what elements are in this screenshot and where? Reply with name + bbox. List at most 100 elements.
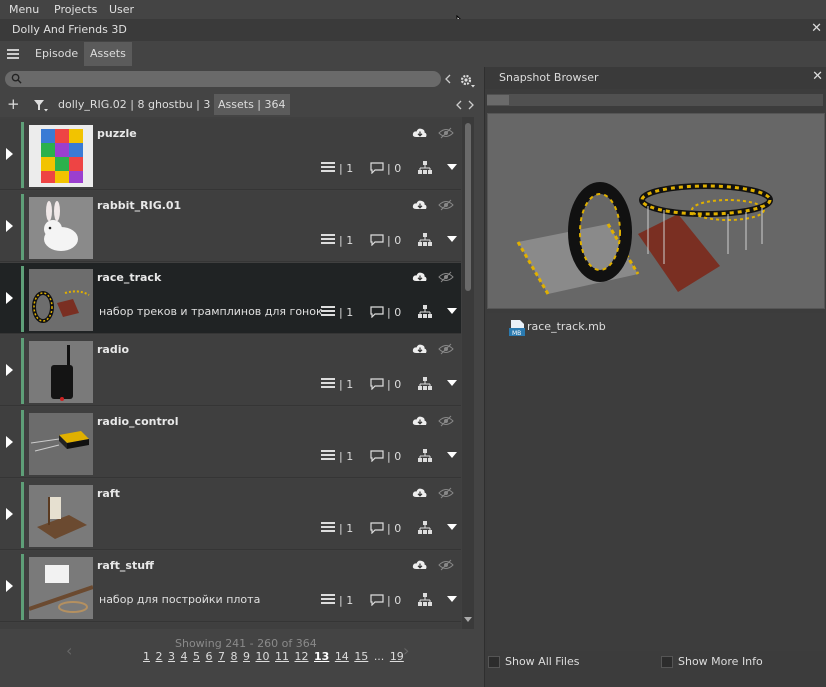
expand-arrow-icon[interactable] (6, 148, 13, 160)
show-more-info-checkbox[interactable] (661, 656, 673, 668)
search-input[interactable] (5, 71, 441, 87)
asset-row-radio-control[interactable]: radio_control | 1 | 0 (0, 407, 461, 478)
cloud-download-icon[interactable] (412, 487, 428, 499)
comment-icon[interactable] (370, 450, 384, 462)
scrollbar-thumb[interactable] (465, 123, 471, 291)
comment-icon[interactable] (370, 234, 384, 246)
asset-row-rabbit[interactable]: rabbit_RIG.01 | 1 | 0 (0, 191, 461, 262)
next-page-icon[interactable]: › (403, 641, 409, 660)
cloud-download-icon[interactable] (412, 271, 428, 283)
hierarchy-icon[interactable] (418, 305, 432, 319)
chevron-down-icon[interactable] (447, 452, 457, 458)
visibility-off-icon[interactable] (438, 559, 454, 571)
file-list: MB race_track.mb (487, 313, 825, 651)
page-link[interactable]: 6 (206, 650, 213, 663)
list-scrollbar[interactable] (462, 117, 474, 629)
page-link[interactable]: 4 (181, 650, 188, 663)
cloud-download-icon[interactable] (412, 415, 428, 427)
chevron-down-icon[interactable] (447, 308, 457, 314)
scrollbar-thumb[interactable] (487, 95, 509, 105)
cloud-download-icon[interactable] (412, 199, 428, 211)
gear-icon[interactable] (459, 73, 477, 89)
menu-item-projects[interactable]: Projects (54, 3, 97, 16)
hierarchy-icon[interactable] (418, 233, 432, 247)
comment-icon[interactable] (370, 594, 384, 606)
expand-arrow-icon[interactable] (6, 580, 13, 592)
cloud-download-icon[interactable] (412, 127, 428, 139)
visibility-off-icon[interactable] (438, 343, 454, 355)
show-more-info-label[interactable]: Show More Info (678, 655, 763, 668)
window-title: Dolly And Friends 3D (12, 23, 127, 36)
visibility-off-icon[interactable] (438, 127, 454, 139)
hierarchy-icon[interactable] (418, 161, 432, 175)
hierarchy-icon[interactable] (418, 377, 432, 391)
chevron-down-icon[interactable] (447, 596, 457, 602)
show-all-files-label[interactable]: Show All Files (505, 655, 579, 668)
asset-row-raft[interactable]: raft | 1 | 0 (0, 479, 461, 550)
scroll-down-icon[interactable] (464, 617, 472, 623)
collapse-left-icon[interactable] (444, 74, 452, 84)
show-all-files-checkbox[interactable] (488, 656, 500, 668)
horizontal-scrollbar[interactable] (487, 94, 823, 106)
asset-name: rabbit_RIG.01 (97, 199, 182, 212)
comment-icon[interactable] (370, 522, 384, 534)
chevron-down-icon[interactable] (447, 164, 457, 170)
close-icon[interactable]: ✕ (811, 21, 822, 36)
asset-row-radio[interactable]: radio | 1 | 0 (0, 335, 461, 406)
versions-icon (321, 234, 335, 244)
page-link[interactable]: 1 (143, 650, 150, 663)
chevron-down-icon[interactable] (447, 380, 457, 386)
expand-arrow-icon[interactable] (6, 508, 13, 520)
visibility-off-icon[interactable] (438, 271, 454, 283)
cloud-download-icon[interactable] (412, 559, 428, 571)
page-link[interactable]: 14 (335, 650, 349, 663)
prev-page-icon[interactable]: ‹ (66, 641, 72, 660)
page-link[interactable]: 10 (256, 650, 270, 663)
asset-row-puzzle[interactable]: puzzle | 1 | 0 (0, 119, 461, 190)
file-name[interactable]: race_track.mb (527, 320, 606, 333)
comment-icon[interactable] (370, 306, 384, 318)
page-link-current[interactable]: 13 (314, 650, 329, 663)
page-link[interactable]: 11 (275, 650, 289, 663)
tabs-row: Episode Assets (0, 41, 826, 67)
breadcrumb-assets[interactable]: Assets | 364 (214, 94, 290, 115)
breadcrumb-dolly[interactable]: dolly_RIG.02 | 8 (58, 98, 144, 111)
page-link[interactable]: 15 (354, 650, 368, 663)
tab-episode[interactable]: Episode (29, 42, 84, 66)
expand-arrow-icon[interactable] (6, 220, 13, 232)
comment-icon[interactable] (370, 162, 384, 174)
visibility-off-icon[interactable] (438, 487, 454, 499)
page-link[interactable]: 2 (156, 650, 163, 663)
hierarchy-icon[interactable] (418, 521, 432, 535)
menu-item-user[interactable]: User (109, 3, 134, 16)
visibility-off-icon[interactable] (438, 199, 454, 211)
chevron-down-icon[interactable] (447, 524, 457, 530)
asset-row-race-track[interactable]: race_track набор треков и трамплинов для… (0, 263, 461, 334)
hierarchy-icon[interactable] (418, 449, 432, 463)
comment-icon[interactable] (370, 378, 384, 390)
add-icon[interactable]: + (7, 95, 20, 113)
hamburger-menu-icon[interactable] (7, 49, 19, 59)
page-link[interactable]: 8 (231, 650, 238, 663)
page-link[interactable]: 7 (218, 650, 225, 663)
expand-arrow-icon[interactable] (6, 436, 13, 448)
visibility-off-icon[interactable] (438, 415, 454, 427)
chevron-down-icon[interactable] (447, 236, 457, 242)
filter-icon[interactable] (33, 99, 49, 113)
page-link[interactable]: 19 (390, 650, 404, 663)
cloud-download-icon[interactable] (412, 343, 428, 355)
page-link[interactable]: 12 (295, 650, 309, 663)
breadcrumb-ghostbu[interactable]: ghostbu | 3 (148, 98, 210, 111)
asset-row-raft-stuff[interactable]: raft_stuff набор для постройки плота | 1… (0, 551, 461, 622)
scroll-left-icon[interactable] (455, 100, 463, 110)
menu-item-menu[interactable]: Menu (9, 3, 39, 16)
expand-arrow-icon[interactable] (6, 292, 13, 304)
close-icon[interactable]: ✕ (812, 69, 823, 84)
expand-arrow-icon[interactable] (6, 364, 13, 376)
scroll-right-icon[interactable] (467, 100, 475, 110)
tab-assets[interactable]: Assets (84, 42, 132, 66)
page-link[interactable]: 3 (168, 650, 175, 663)
hierarchy-icon[interactable] (418, 593, 432, 607)
page-link[interactable]: 5 (193, 650, 200, 663)
page-link[interactable]: 9 (243, 650, 250, 663)
